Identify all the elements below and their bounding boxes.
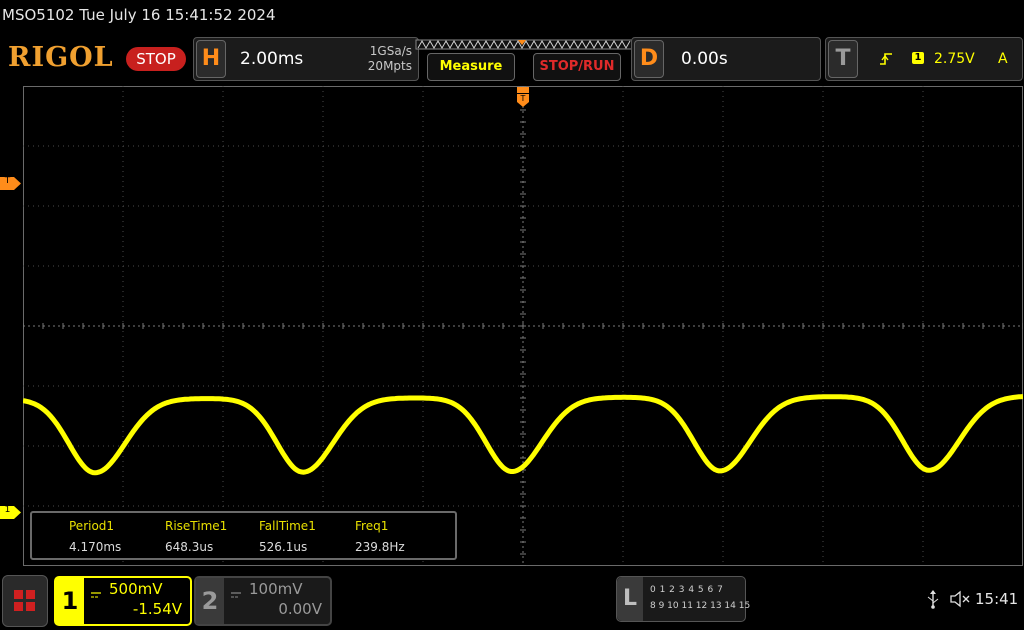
measure-button[interactable]: Measure: [427, 53, 515, 81]
trigger-source-badge: 1: [912, 52, 924, 64]
measure-label-risetime: RiseTime1: [165, 519, 228, 533]
menu-button[interactable]: [2, 575, 48, 627]
measure-value-period: 4.170ms: [69, 540, 122, 554]
speaker-mute-icon[interactable]: [950, 590, 970, 608]
ch1-offset-marker-label: 1: [4, 505, 11, 515]
logic-key: L: [617, 577, 643, 621]
channel-1-number: 1: [56, 578, 84, 624]
channel-2-number: 2: [196, 578, 224, 624]
stop-run-button[interactable]: STOP/RUN: [533, 53, 621, 81]
clock: 15:41: [975, 590, 1019, 608]
rising-edge-icon: [879, 51, 893, 65]
usb-icon: [926, 589, 940, 609]
dc-coupling-icon: [231, 584, 241, 598]
graticule: [22, 85, 1024, 567]
channel-2-scale: 100mV: [249, 580, 303, 598]
channel-1-panel[interactable]: 1 500mV -1.54V: [54, 576, 192, 626]
sample-rate: 1GSa/s: [369, 44, 412, 58]
channel-1-offset: -1.54V: [132, 600, 182, 618]
measurement-panel[interactable]: Period1 4.170ms RiseTime1 648.3us FallTi…: [30, 511, 457, 560]
channel-2-offset: 0.00V: [278, 600, 322, 618]
status-bar: MSO5102 Tue July 16 15:41:52 2024: [0, 0, 1024, 30]
delay-key[interactable]: D: [634, 40, 664, 78]
logic-panel[interactable]: L 0 1 2 3 4 5 6 7 8 9 10 11 12 13 14 15: [616, 576, 750, 622]
memory-depth: 20Mpts: [367, 59, 412, 73]
delay-value: 0.00s: [681, 49, 728, 69]
measure-label-period: Period1: [69, 519, 115, 533]
trigger-level-marker-label: T: [4, 176, 11, 186]
timebase-value: 2.00ms: [240, 49, 304, 69]
model-datetime: MSO5102 Tue July 16 15:41:52 2024: [2, 6, 276, 24]
memory-position-strip[interactable]: [414, 36, 634, 50]
waveform-display[interactable]: [22, 85, 1024, 567]
channel-2-panel[interactable]: 2 100mV 0.00V: [194, 576, 332, 626]
measure-label-falltime: FallTime1: [259, 519, 316, 533]
measure-value-risetime: 648.3us: [165, 540, 214, 554]
memory-strip-graphic: [415, 39, 633, 50]
trigger-level-marker[interactable]: T: [0, 175, 22, 190]
trigger-level: 2.75V: [934, 51, 975, 67]
trigger-mode: A: [998, 51, 1008, 67]
horizontal-key[interactable]: H: [196, 40, 226, 78]
menu-grid-icon: [14, 590, 35, 611]
logic-channels-row1: 0 1 2 3 4 5 6 7: [650, 585, 724, 595]
trigger-panel[interactable]: T 1 2.75V A: [825, 37, 1023, 81]
measure-value-falltime: 526.1us: [259, 540, 308, 554]
dc-coupling-icon: [91, 584, 101, 598]
channel-1-scale: 500mV: [109, 580, 163, 598]
rigol-logo: RIGOL: [8, 42, 114, 73]
svg-text:T: T: [520, 94, 526, 103]
trigger-key[interactable]: T: [828, 40, 858, 78]
horizontal-panel[interactable]: H 2.00ms 1GSa/s 20Mpts: [193, 37, 419, 81]
trigger-position-marker[interactable]: T: [516, 86, 530, 108]
measure-label-freq: Freq1: [355, 519, 389, 533]
logic-channels-row2: 8 9 10 11 12 13 14 15: [650, 601, 751, 611]
ch1-offset-marker[interactable]: 1: [0, 504, 22, 519]
delay-panel[interactable]: D 0.00s: [631, 37, 821, 81]
run-state-badge[interactable]: STOP: [126, 47, 186, 71]
measure-value-freq: 239.8Hz: [355, 540, 405, 554]
